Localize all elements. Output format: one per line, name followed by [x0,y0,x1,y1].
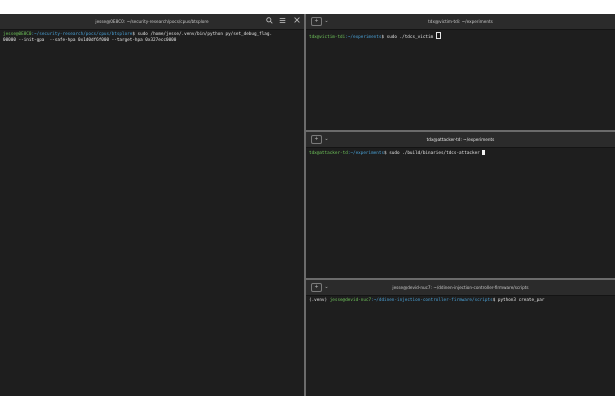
terminal-titlebar[interactable]: tdx@victim-tdi: ~/experiments + ⌄ [306,14,615,30]
close-icon[interactable] [292,17,301,26]
chevron-down-icon[interactable]: ⌄ [323,135,330,144]
terminal-output[interactable]: tdx@attacker-td:~/experiments$ sudo ./bu… [306,148,615,278]
prompt-user: tdx@victim-tdi [309,35,346,40]
terminal-output[interactable]: tdx@victim-tdi:~/experiments$ sudo ./tdc… [306,30,615,130]
command-line: tdx@victim-tdi:~/experiments$ sudo ./tdc… [309,32,612,41]
chevron-down-icon[interactable]: ⌄ [323,17,330,26]
hamburger-menu-icon[interactable] [278,17,287,26]
terminal-titlebar[interactable]: jesse@devid-nuc7: ~/ddinen-injection-con… [306,280,615,296]
chevron-down-icon[interactable]: ⌄ [323,283,330,292]
terminal-window-top-right[interactable]: tdx@victim-tdi: ~/experiments + ⌄ tdx@vi… [306,14,615,130]
prompt-user: jesse@devid-nuc7 [329,298,372,303]
new-tab-icon[interactable]: + [311,17,322,26]
output-line: 00000 --init-gpa --safe-hpa 0x1d0df6f000… [3,38,177,43]
terminal-window-middle-right[interactable]: tdx@attacker-td: ~/experiments + ⌄ tdx@a… [306,132,615,278]
terminal-titlebar[interactable]: jesse@0E8C0: ~/security-research/pocs/cp… [0,14,304,30]
new-tab-icon[interactable]: + [311,135,322,144]
desktop-screen: jesse@0E8C0: ~/security-research/pocs/cp… [0,0,615,410]
window-title: tdx@victim-tdi: ~/experiments [428,19,493,24]
prompt-user: jesse@0E8C0 [3,32,32,37]
new-tab-icon[interactable]: + [311,283,322,292]
prompt-path: :~/security-research/pocs/cpus/btsplore [31,32,133,37]
search-icon[interactable] [265,17,274,26]
terminal-window-left[interactable]: jesse@0E8C0: ~/security-research/pocs/cp… [0,14,304,396]
prompt-path: :~/experiments [345,35,382,40]
window-title: jesse@devid-nuc7: ~/ddinen-injection-con… [392,285,529,290]
prompt-path: :~/ddinen-injection-controller-firmware/… [371,298,493,303]
terminal-output[interactable]: jesse@0E8C0:~/security-research/pocs/cpu… [0,30,304,396]
window-title: tdx@attacker-td: ~/experiments [426,137,495,142]
command-text: $ sudo ./tdcs_victim [381,35,436,40]
cursor [482,150,486,155]
command-text: $ sudo ./build/binaries/tdcs-attacker [384,151,483,156]
command-text: $ python3 create_par [492,298,545,303]
terminal-titlebar[interactable]: tdx@attacker-td: ~/experiments + ⌄ [306,132,615,148]
venv-indicator: (.venv) [309,298,330,303]
command-line: (.venv) jesse@devid-nuc7:~/ddinen-inject… [309,298,612,304]
window-title: jesse@0E8C0: ~/security-research/pocs/cp… [95,19,209,24]
cursor [435,32,441,39]
prompt-user: tdx@attacker-td [309,151,348,156]
command-text: $ sudo /home/jesse/.venv/bin/python py/s… [132,32,273,37]
terminal-output[interactable]: (.venv) jesse@devid-nuc7:~/ddinen-inject… [306,296,615,396]
prompt-path: :~/experiments [347,151,385,156]
terminal-window-bottom-right[interactable]: jesse@devid-nuc7: ~/ddinen-injection-con… [306,280,615,396]
command-line: tdx@attacker-td:~/experiments$ sudo ./bu… [309,150,612,157]
